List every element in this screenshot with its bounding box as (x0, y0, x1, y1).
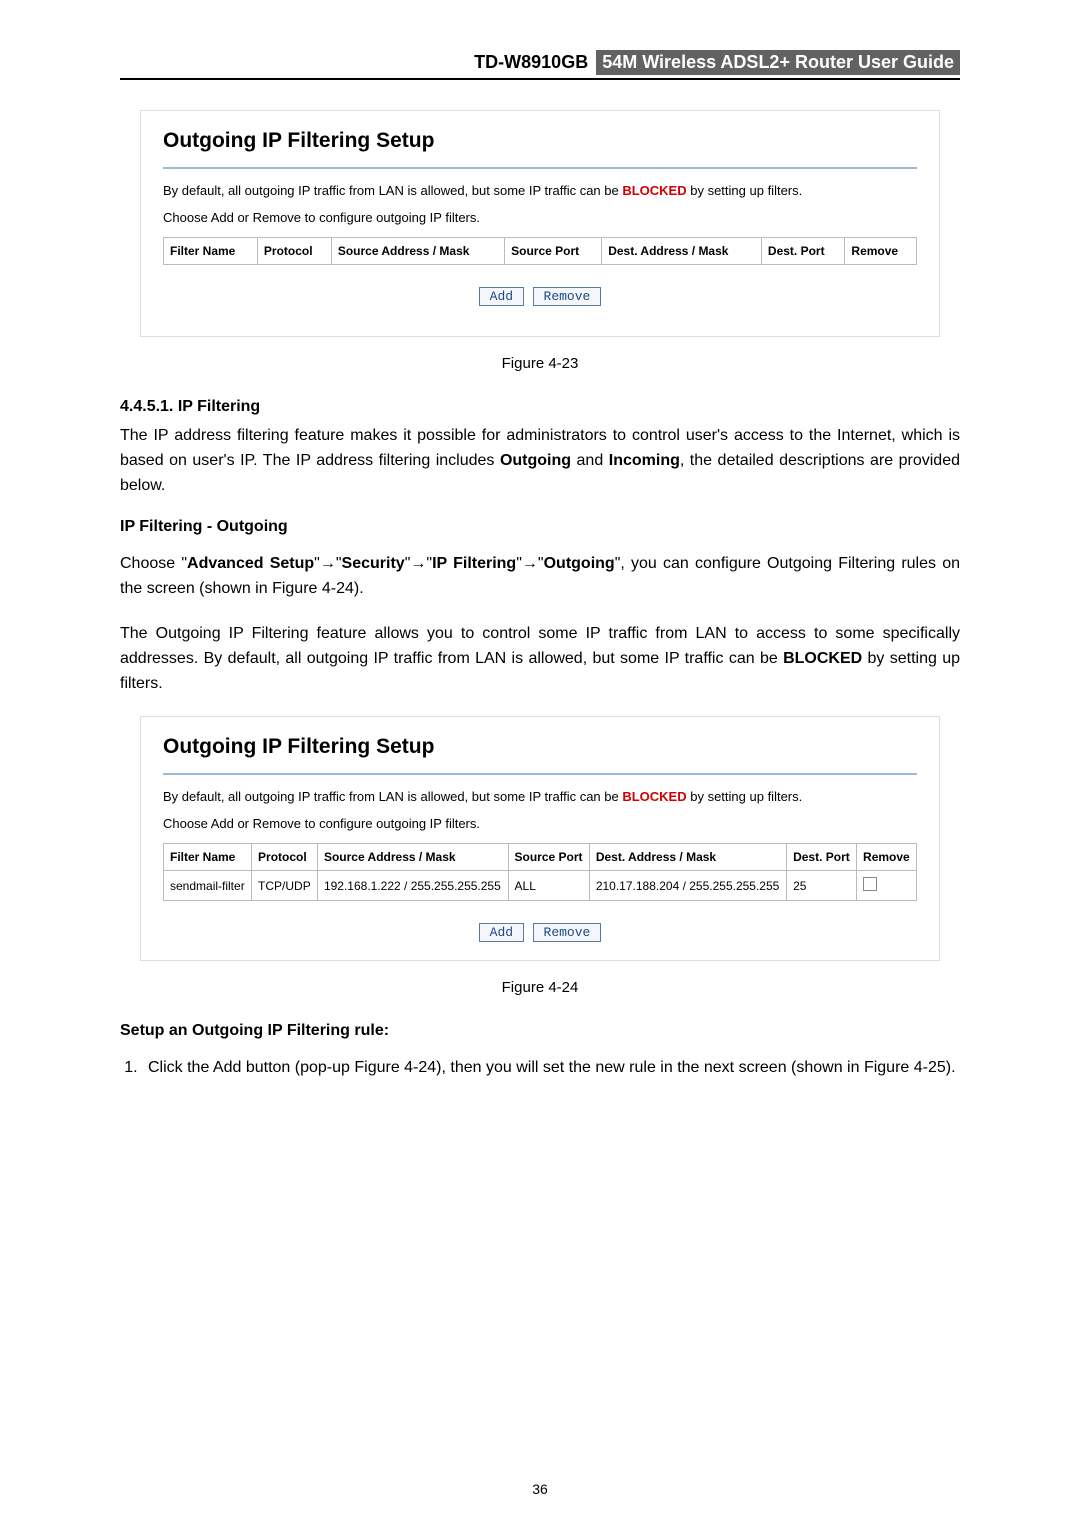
filtering-panel-populated: Outgoing IP Filtering Setup By default, … (140, 716, 940, 961)
paragraph-2: Choose "Advanced Setup"→"Security"→"IP F… (120, 552, 960, 602)
header-model: TD-W8910GB (474, 52, 588, 73)
p3-blocked: BLOCKED (783, 650, 862, 667)
table-row: sendmail-filter TCP/UDP 192.168.1.222 / … (164, 871, 917, 901)
add-button[interactable]: Add (479, 923, 524, 942)
setup-list: Click the Add button (pop-up Figure 4-24… (142, 1056, 960, 1081)
p2-ipf: IP Filtering (432, 555, 516, 572)
col-dst-port: Dest. Port (761, 238, 845, 265)
col-dst-addr: Dest. Address / Mask (602, 238, 762, 265)
col-remove: Remove (845, 238, 917, 265)
paragraph-3: The Outgoing IP Filtering feature allows… (120, 622, 960, 696)
button-row: Add Remove (163, 923, 917, 942)
table-header-row: Filter Name Protocol Source Address / Ma… (164, 238, 917, 265)
button-row: Add Remove (163, 287, 917, 306)
arrow-icon-2: → (410, 555, 426, 572)
cell-protocol: TCP/UDP (252, 871, 318, 901)
panel-title: Outgoing IP Filtering Setup (163, 735, 917, 759)
filter-table-empty: Filter Name Protocol Source Address / Ma… (163, 237, 917, 265)
col-dst-addr: Dest. Address / Mask (589, 844, 786, 871)
panel-choose: Choose Add or Remove to configure outgoi… (163, 816, 917, 831)
panel-divider (163, 167, 917, 169)
step1-a: Click the (148, 1059, 213, 1076)
col-filter-name: Filter Name (164, 844, 252, 871)
intro-before: By default, all outgoing IP traffic from… (163, 183, 622, 198)
col-remove: Remove (857, 844, 917, 871)
intro-before: By default, all outgoing IP traffic from… (163, 789, 622, 804)
header-title: 54M Wireless ADSL2+ Router User Guide (596, 50, 960, 75)
arrow-icon-1: → (320, 555, 336, 572)
cell-dst-addr: 210.17.188.204 / 255.255.255.255 (589, 871, 786, 901)
p2-out: Outgoing (544, 555, 615, 572)
remove-checkbox[interactable] (863, 877, 877, 891)
col-dst-port: Dest. Port (787, 844, 857, 871)
setup-step-1: Click the Add button (pop-up Figure 4-24… (142, 1056, 960, 1081)
cell-remove (857, 871, 917, 901)
blocked-word: BLOCKED (622, 789, 686, 804)
step1-add: Add (213, 1059, 241, 1076)
col-src-addr: Source Address / Mask (317, 844, 508, 871)
figure-caption-2: Figure 4-24 (120, 979, 960, 996)
remove-button[interactable]: Remove (533, 923, 602, 942)
col-filter-name: Filter Name (164, 238, 258, 265)
cell-dst-port: 25 (787, 871, 857, 901)
add-button[interactable]: Add (479, 287, 524, 306)
col-src-addr: Source Address / Mask (331, 238, 504, 265)
table-header-row: Filter Name Protocol Source Address / Ma… (164, 844, 917, 871)
panel-choose: Choose Add or Remove to configure outgoi… (163, 210, 917, 225)
intro-after: by setting up filters. (687, 789, 803, 804)
cell-src-port: ALL (508, 871, 589, 901)
filtering-panel-empty: Outgoing IP Filtering Setup By default, … (140, 110, 940, 337)
p1-incoming: Incoming (609, 452, 680, 469)
section-heading: 4.4.5.1. IP Filtering (120, 398, 960, 416)
col-src-port: Source Port (505, 238, 602, 265)
sub-heading: IP Filtering - Outgoing (120, 518, 960, 536)
panel-divider (163, 773, 917, 775)
p1-outgoing: Outgoing (500, 452, 571, 469)
figure-caption-1: Figure 4-23 (120, 355, 960, 372)
paragraph-1: The IP address filtering feature makes i… (120, 424, 960, 498)
cell-filter-name: sendmail-filter (164, 871, 252, 901)
p1-and: and (571, 452, 609, 469)
page-header: TD-W8910GB 54M Wireless ADSL2+ Router Us… (120, 50, 960, 75)
col-protocol: Protocol (257, 238, 331, 265)
col-src-port: Source Port (508, 844, 589, 871)
p2-adv: Advanced Setup (187, 555, 314, 572)
remove-button[interactable]: Remove (533, 287, 602, 306)
intro-after: by setting up filters. (687, 183, 803, 198)
col-protocol: Protocol (252, 844, 318, 871)
panel-intro: By default, all outgoing IP traffic from… (163, 183, 917, 198)
step1-b: button (pop-up Figure 4-24), then you wi… (241, 1059, 955, 1076)
panel-title: Outgoing IP Filtering Setup (163, 129, 917, 153)
blocked-word: BLOCKED (622, 183, 686, 198)
p2-a: Choose " (120, 555, 187, 572)
cell-src-addr: 192.168.1.222 / 255.255.255.255 (317, 871, 508, 901)
arrow-icon-3: → (522, 555, 538, 572)
header-divider (120, 78, 960, 80)
setup-heading: Setup an Outgoing IP Filtering rule: (120, 1022, 960, 1040)
page-number: 36 (0, 1481, 1080, 1497)
panel-intro: By default, all outgoing IP traffic from… (163, 789, 917, 804)
p2-sec: Security (342, 555, 405, 572)
filter-table: Filter Name Protocol Source Address / Ma… (163, 843, 917, 901)
